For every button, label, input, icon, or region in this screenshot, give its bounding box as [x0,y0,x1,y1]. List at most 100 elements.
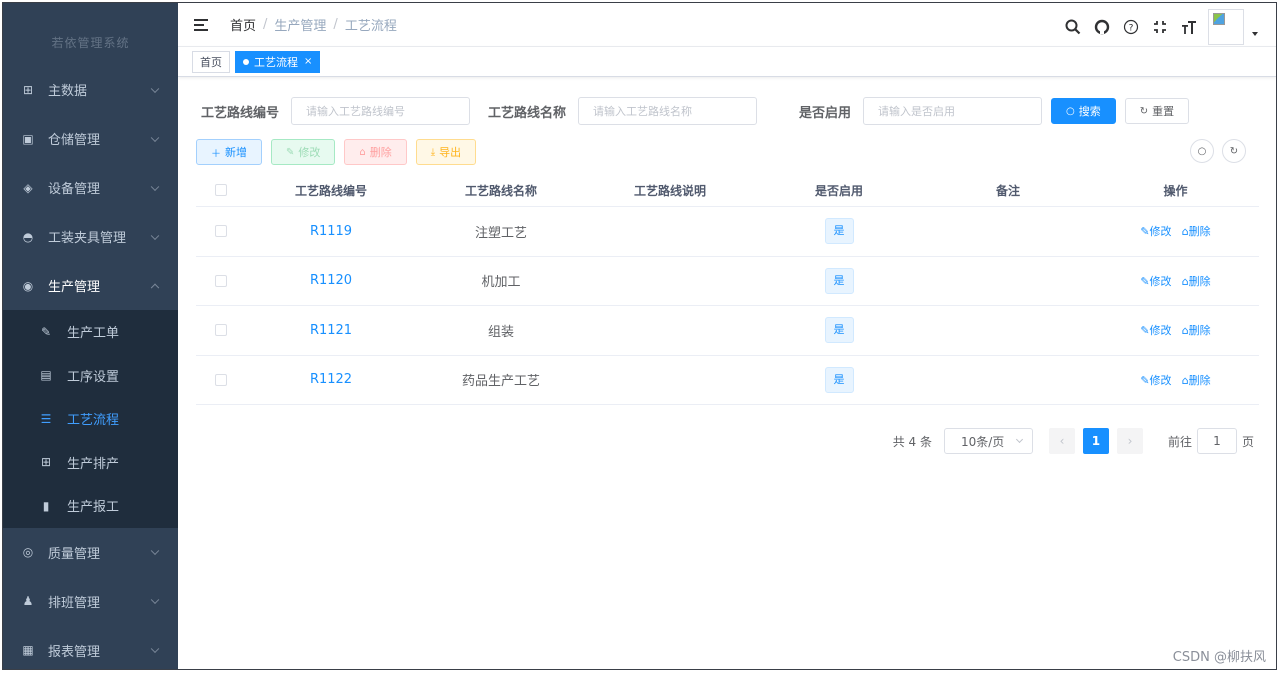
edit-button[interactable]: ✎ 修改 [271,139,336,165]
logo-text: 若依管理系统 [51,36,130,50]
row-edit-link[interactable]: ✎修改 [1140,324,1171,337]
search-icon[interactable] [1062,16,1084,38]
row-delete-link[interactable]: ⌂删除 [1182,275,1211,288]
route-name-input[interactable]: 请输入工艺路线名称 [578,97,758,125]
table-row: R1122 药品生产工艺 是 ✎修改 ⌂删除 [196,356,1259,405]
row-delete-link[interactable]: ⌂删除 [1182,324,1211,337]
github-icon[interactable] [1091,16,1113,38]
table-icon: ⊞ [22,82,34,97]
sidebar-subitem-schedule[interactable]: ⊞ 生产排产 [3,441,178,485]
help-icon[interactable]: ? [1120,16,1142,38]
sidebar-item-shift[interactable]: ♟ 排班管理 [3,577,178,626]
page-size-select[interactable]: 10条/页 [943,428,1033,454]
next-page-button[interactable]: › [1116,428,1143,454]
sidebar-subitem-report-work[interactable]: ▮ 生产报工 [3,484,178,528]
row-checkbox[interactable] [215,225,227,238]
add-button-label: 新增 [225,146,247,159]
sidebar-item-fixture[interactable]: ◓ 工装夹具管理 [3,212,178,261]
row-checkbox[interactable] [215,373,227,386]
navbar: 首页 / 生产管理 / 工艺流程 ? [178,3,1276,47]
edit-icon: ✎ [1140,373,1150,387]
sidebar-subitem-work-order[interactable]: ✎ 生产工单 [3,310,178,354]
svg-text:?: ? [1129,24,1134,34]
sidebar-item-label: 生产管理 [48,280,101,295]
chevron-down-icon [150,644,160,654]
sidebar-subitem-process[interactable]: ▤ 工序设置 [3,354,178,398]
sidebar-item-report[interactable]: ▦ 报表管理 [3,626,178,670]
route-name-cell: 机加工 [481,275,521,291]
column-header: 工艺路线说明 [633,183,706,198]
row-delete-link[interactable]: ⌂删除 [1182,225,1211,238]
refresh-button[interactable]: ↻ [1222,139,1246,163]
enabled-badge: 是 [824,267,854,294]
table-row: R1120 机加工 是 ✎修改 ⌂删除 [196,257,1259,306]
reset-button[interactable]: ↻ 重置 [1124,98,1190,124]
close-icon[interactable]: × [304,56,312,67]
device-icon: ◈ [23,180,33,195]
sidebar-item-label: 质量管理 [48,546,101,562]
toggle-search-button[interactable]: ○ [1190,139,1214,163]
sidebar-item-warehouse[interactable]: ▣ 仓储管理 [3,114,178,163]
export-button[interactable]: ⤓ 导出 [415,139,477,165]
warehouse-icon: ▣ [22,131,34,146]
select-all-checkbox[interactable] [215,184,227,196]
sidebar-subitem-label: 工艺流程 [67,413,120,429]
trash-icon: ⌂ [1181,225,1189,239]
font-size-icon[interactable] [1178,16,1200,38]
avatar[interactable] [1208,9,1244,45]
row-select-cell [196,373,246,386]
tag-route[interactable]: 工艺流程 × [235,50,321,73]
chevron-right-icon: › [1127,434,1133,448]
sidebar-logo[interactable]: 若依管理系统 [3,3,178,65]
trash-icon: ⌂ [1181,324,1189,338]
tag-label: 工艺流程 [254,55,298,69]
row-checkbox[interactable] [215,324,227,337]
page-number-button[interactable]: 1 [1082,428,1109,454]
sidebar-item-device[interactable]: ◈ 设备管理 [3,163,178,212]
route-code-link[interactable]: R1122 [246,372,416,387]
fullscreen-icon[interactable] [1149,16,1171,38]
search-button[interactable]: ○ 搜索 [1051,98,1116,124]
search-icon: ○ [1066,105,1075,117]
row-edit-label: 修改 [1149,274,1172,288]
row-delete-link[interactable]: ⌂删除 [1182,374,1211,387]
route-code-link[interactable]: R1119 [246,224,416,239]
download-icon: ⤓ [430,146,436,158]
enabled-input[interactable]: 请输入是否启用 [863,97,1043,125]
breadcrumb-home[interactable]: 首页 [230,15,256,34]
hamburger-icon[interactable] [194,18,208,31]
chevron-left-icon: ‹ [1059,434,1065,448]
prev-page-button[interactable]: ‹ [1048,428,1075,454]
sidebar-subitem-label: 工序设置 [67,369,120,385]
row-select-cell [196,324,246,337]
page-content: 工艺路线编号 请输入工艺路线编号 工艺路线名称 请输入工艺路线名称 是否启用 请… [178,78,1276,669]
row-edit-link[interactable]: ✎修改 [1140,225,1171,238]
add-button[interactable]: ＋ 新增 [196,139,262,165]
row-checkbox[interactable] [215,274,227,287]
sidebar-item-master-data[interactable]: ⊞ 主数据 [3,65,178,114]
delete-button[interactable]: ⌂ 删除 [344,139,407,165]
trash-icon: ⌂ [1181,274,1189,288]
sidebar-item-label: 主数据 [48,84,88,99]
route-table: 工艺路线编号 工艺路线名称 工艺路线说明 是否启用 备注 操作 R1119 注塑… [196,174,1259,405]
row-edit-link[interactable]: ✎修改 [1140,374,1171,387]
sidebar-item-production[interactable]: ◉ 生产管理 [3,261,178,310]
edit-button-label: 修改 [298,146,321,159]
sidebar-subitem-label: 生产报工 [67,500,120,516]
route-code-link[interactable]: R1120 [246,273,416,288]
sidebar-item-quality[interactable]: ◎ 质量管理 [3,528,178,577]
sidebar-subitem-route[interactable]: ☰ 工艺流程 [3,397,178,441]
operation-cell: ✎修改 ⌂删除 [1092,322,1259,338]
route-code-input[interactable]: 请输入工艺路线编号 [291,97,471,125]
row-edit-link[interactable]: ✎修改 [1140,275,1171,288]
refresh-icon: ↻ [1229,145,1239,157]
tag-home[interactable]: 首页 [192,50,230,73]
sidebar-subitem-label: 生产排产 [67,456,120,472]
goto-page-input[interactable]: 1 [1196,428,1237,454]
sidebar-item-label: 仓储管理 [48,133,101,148]
chevron-down-icon [150,231,160,240]
app-window: 若依管理系统 ⊞ 主数据 ▣ 仓储管理 ◈ 设备管理 ◓ 工装夹具管理 ◉ 生产… [2,2,1277,670]
route-code-link[interactable]: R1121 [246,323,416,338]
enabled-badge: 是 [824,317,854,344]
caret-down-icon[interactable] [1252,32,1258,36]
